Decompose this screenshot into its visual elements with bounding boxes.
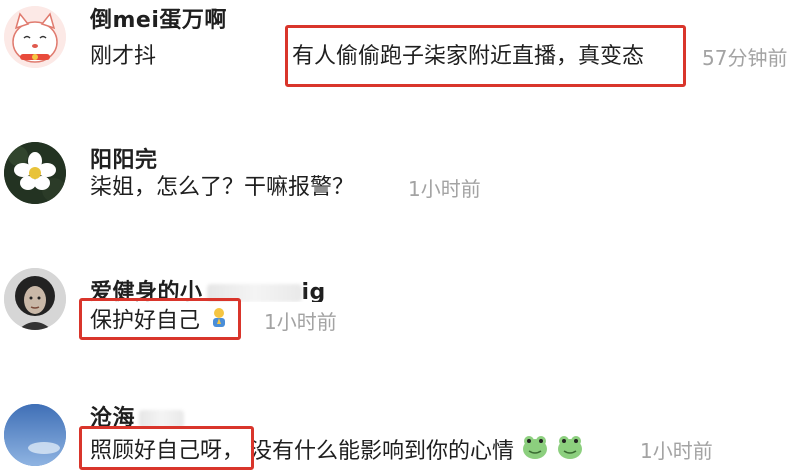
flower-icon bbox=[4, 142, 66, 204]
comment-text-rest: 没有什么能影响到你的心情 bbox=[250, 438, 515, 464]
comment-item: 沧海 照顾好自己呀， 没有什么能影响到你的心情 1小时前 bbox=[0, 392, 806, 475]
comment-time: 57分钟前 bbox=[702, 46, 788, 70]
comment-text: 有人偷偷跑子柒家附近直播，真变态 bbox=[292, 44, 645, 69]
pray-emoji-icon bbox=[207, 305, 231, 338]
avatar-flower[interactable] bbox=[4, 142, 66, 204]
comment-time: 1小时前 bbox=[264, 310, 337, 334]
sky-photo-icon bbox=[4, 404, 66, 466]
comment-time: 1小时前 bbox=[408, 177, 481, 201]
comment-prefix: 刚才抖 bbox=[90, 44, 157, 69]
username-redaction bbox=[139, 410, 185, 428]
comment-text-highlight: 照顾好自己呀， bbox=[90, 438, 245, 464]
comment-username[interactable]: 爱健身的小 ig bbox=[90, 274, 370, 302]
comment-item: 阳阳完 柒姐，怎么了？干嘛报警？ 1小时前 bbox=[0, 130, 806, 230]
username-text: 倒mei蛋万啊 bbox=[90, 8, 227, 30]
comment-username[interactable]: 沧海 bbox=[90, 400, 230, 428]
frog-emoji-icon bbox=[556, 434, 584, 469]
comment-text: 柒姐，怎么了？干嘛报警？ bbox=[90, 175, 355, 200]
comment-username[interactable]: 倒mei蛋万啊 bbox=[90, 2, 310, 30]
username-text: 沧海 bbox=[90, 406, 136, 428]
username-text: 爱健身的小 bbox=[90, 280, 203, 302]
username-tail-text: ig bbox=[301, 280, 326, 302]
comment-username[interactable]: 阳阳完 bbox=[90, 142, 200, 170]
avatar-person[interactable] bbox=[4, 268, 66, 330]
comment-text-body: 保护好自己 bbox=[90, 308, 201, 334]
person-photo-icon bbox=[4, 268, 66, 330]
lucky-cat-icon bbox=[4, 6, 66, 68]
comment-item: 倒mei蛋万啊 刚才抖 有人偷偷跑子柒家附近直播，真变态 57分钟前 bbox=[0, 0, 806, 100]
comment-text: 保护好自己 bbox=[90, 305, 231, 338]
comment-text: 照顾好自己呀， 没有什么能影响到你的心情 bbox=[90, 434, 584, 469]
avatar-sky[interactable] bbox=[4, 404, 66, 466]
frog-emoji-icon bbox=[521, 434, 549, 469]
avatar-cat[interactable] bbox=[4, 6, 66, 68]
comment-item: 爱健身的小 ig 保护好自己 1小时前 bbox=[0, 262, 806, 362]
username-redaction bbox=[206, 284, 302, 302]
username-text: 阳阳完 bbox=[90, 148, 158, 170]
comment-time: 1小时前 bbox=[640, 439, 713, 463]
